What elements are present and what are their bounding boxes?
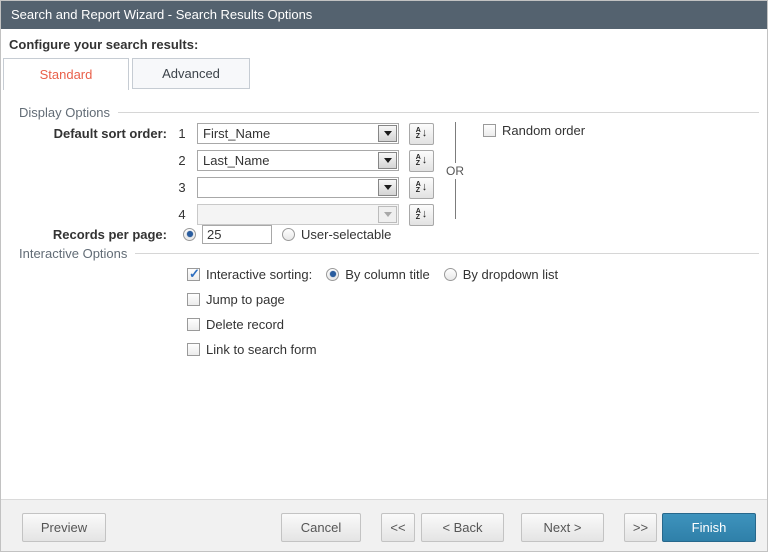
section-title: Display Options [19, 105, 111, 120]
sort-row-number: 3 [178, 180, 186, 195]
chevron-down-icon [383, 212, 392, 217]
sort-az-icon: AZ [415, 207, 421, 221]
link-to-search-form-checkbox[interactable] [187, 342, 200, 356]
page-title: Configure your search results: [9, 37, 199, 52]
by-dropdown-list-label[interactable]: By dropdown list [463, 267, 558, 282]
sort-row-number: 2 [178, 153, 186, 168]
chevron-down-icon [383, 185, 392, 190]
dropdown-value: Last_Name [203, 153, 270, 168]
records-per-page-row: Records per page: User-selectable [1, 223, 391, 245]
link-to-search-form-row: Link to search form [187, 341, 317, 357]
delete-record-row: Delete record [187, 316, 284, 332]
records-per-page-label: Records per page: [52, 226, 167, 242]
sort-row-2: 2 Last_Name AZ ↓ [1, 149, 434, 172]
check-icon: ✓ [189, 265, 200, 281]
back-button[interactable]: < Back [421, 513, 504, 542]
dialog-title-bar: Search and Report Wizard - Search Result… [1, 1, 767, 29]
jump-to-page-label[interactable]: Jump to page [206, 292, 285, 307]
finish-button[interactable]: Finish [662, 513, 756, 542]
sort-az-icon: AZ [415, 126, 421, 140]
sort-field-4-dropdown [197, 204, 399, 225]
chevron-down-icon [383, 131, 392, 136]
by-column-title-radio[interactable] [326, 267, 340, 281]
sort-row-number: 1 [178, 126, 186, 141]
next-button[interactable]: Next > [521, 513, 604, 542]
section-title: Interactive Options [19, 246, 128, 261]
wizard-dialog: Search and Report Wizard - Search Result… [0, 0, 768, 552]
section-divider [118, 112, 759, 113]
link-to-search-form-label[interactable]: Link to search form [206, 342, 317, 357]
chevron-down-icon [383, 158, 392, 163]
sort-field-3-dropdown[interactable] [197, 177, 399, 198]
sort-row-number: 4 [178, 207, 186, 222]
sort-direction-3-button[interactable]: AZ ↓ [409, 176, 434, 199]
dropdown-button[interactable] [378, 179, 397, 196]
arrow-down-icon: ↓ [421, 181, 428, 193]
footer-bar: Preview Cancel << < Back Next > >> Finis… [1, 499, 767, 551]
tab-standard[interactable]: Standard [3, 58, 129, 90]
interactive-sorting-checkbox[interactable]: ✓ [187, 265, 200, 281]
dropdown-value: First_Name [203, 126, 271, 141]
arrow-down-icon: ↓ [421, 127, 428, 139]
delete-record-label[interactable]: Delete record [206, 317, 284, 332]
sort-row-1: Default sort order: 1 First_Name AZ ↓ [1, 122, 434, 145]
sort-field-2-dropdown[interactable]: Last_Name [197, 150, 399, 171]
user-selectable-label[interactable]: User-selectable [301, 227, 391, 242]
random-order-label[interactable]: Random order [502, 123, 585, 138]
arrow-down-icon: ↓ [421, 154, 428, 166]
sort-direction-2-button[interactable]: AZ ↓ [409, 149, 434, 172]
interactive-sorting-row: ✓ Interactive sorting: By column title B… [187, 266, 558, 282]
user-selectable-radio[interactable] [282, 227, 295, 241]
interactive-sorting-label[interactable]: Interactive sorting: [206, 267, 312, 282]
delete-record-checkbox[interactable] [187, 317, 200, 331]
section-divider [135, 253, 759, 254]
sort-field-1-dropdown[interactable]: First_Name [197, 123, 399, 144]
sort-row-3: 3 AZ ↓ [1, 176, 434, 199]
by-dropdown-list-radio[interactable] [443, 267, 457, 281]
sort-az-icon: AZ [415, 180, 421, 194]
jump-to-page-checkbox[interactable] [187, 292, 200, 306]
or-separator: OR [445, 122, 465, 219]
display-options-section: Display Options [19, 105, 759, 120]
random-order-checkbox[interactable] [483, 124, 496, 137]
arrow-down-icon: ↓ [421, 208, 428, 220]
sort-direction-1-button[interactable]: AZ ↓ [409, 122, 434, 145]
radio-dot-icon [186, 231, 193, 237]
sort-az-icon: AZ [415, 153, 421, 167]
preview-button[interactable]: Preview [22, 513, 106, 542]
first-step-button[interactable]: << [381, 513, 415, 542]
by-column-title-label[interactable]: By column title [345, 267, 430, 282]
last-step-button[interactable]: >> [624, 513, 657, 542]
separator-line [454, 178, 456, 219]
default-sort-order-label: Default sort order: [53, 126, 167, 141]
separator-line [454, 122, 456, 163]
cancel-button[interactable]: Cancel [281, 513, 361, 542]
radio-dot-icon [329, 271, 336, 277]
dropdown-button [378, 206, 397, 223]
interactive-options-section: Interactive Options [19, 246, 759, 261]
wizard-nav-buttons: Cancel << < Back Next > >> Finish [281, 513, 756, 542]
jump-to-page-row: Jump to page [187, 291, 285, 307]
records-per-page-input[interactable] [202, 224, 272, 244]
sort-direction-4-button[interactable]: AZ ↓ [409, 203, 434, 226]
dropdown-button[interactable] [378, 125, 397, 142]
records-fixed-radio[interactable] [183, 227, 196, 241]
tab-advanced[interactable]: Advanced [132, 58, 250, 89]
dropdown-button[interactable] [378, 152, 397, 169]
sort-row-4: 4 AZ ↓ [1, 203, 434, 226]
or-label: OR [446, 163, 464, 178]
random-order-option: Random order [483, 123, 585, 138]
